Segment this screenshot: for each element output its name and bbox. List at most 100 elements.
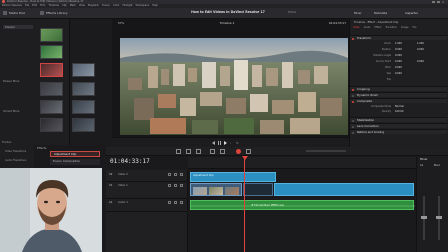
media-clip-thumbnail[interactable] [72,82,95,96]
minimize-icon[interactable] [432,1,435,3]
row-value-x[interactable]: 1.000 [395,42,411,46]
section-enabled-icon[interactable] [352,37,354,40]
video-clip[interactable] [274,183,414,196]
maximize-icon[interactable] [437,1,440,3]
row-value-y[interactable]: 0.000 [417,60,433,64]
bin-master[interactable]: Master [3,25,33,29]
row-value[interactable]: 100.00 [395,110,425,114]
section-enabled-icon[interactable] [352,100,354,103]
row-value-x[interactable]: 0.000 [395,60,411,64]
viewer-timeline-name[interactable]: Timeline 1 [207,21,247,25]
visibility-icon[interactable] [180,201,183,204]
track-header[interactable]: V1 Video 1 [106,183,188,199]
adjustment-clip-effect[interactable]: Adjustment Clip [50,151,100,157]
lock-icon[interactable] [168,173,171,176]
inspector-tab[interactable]: Audio [364,26,371,30]
inspector-tab[interactable]: Transition [385,26,397,30]
audio-clip[interactable]: IP Tutorial Music REMIX.wav [190,200,415,210]
loop-icon[interactable]: ↻ [236,141,240,145]
section-enabled-icon[interactable] [352,125,354,128]
row-value-y[interactable]: 0.000 [417,48,433,52]
media-pool-button[interactable]: Media Pool [9,11,37,15]
playhead[interactable] [244,157,245,252]
row-value-y[interactable] [417,54,433,58]
effects-library-button[interactable]: Effects Library [46,11,74,15]
marker-icon[interactable] [246,149,251,154]
track-header[interactable]: V2 Video 2 [106,172,188,182]
cropping-section-header[interactable]: Cropping [350,86,447,91]
row-value-y[interactable] [417,78,433,82]
row-value-x[interactable]: 0.000 [395,72,411,76]
auto-select-icon[interactable] [174,173,177,176]
stop-icon[interactable] [218,141,221,145]
row-value-x[interactable] [395,78,411,82]
fader-knob[interactable] [436,216,442,219]
track-header[interactable]: A1 Audio 1 [106,200,188,212]
media-clip-thumbnail[interactable] [40,100,63,114]
playhead-handle-icon[interactable] [242,156,248,160]
selection-tool-icon[interactable] [176,149,181,154]
media-clip-thumbnail[interactable] [72,100,95,114]
play-icon[interactable] [224,141,227,145]
adjustment-clip[interactable]: Adjustment Clip [190,172,276,182]
row-value-y[interactable] [417,66,433,70]
row-value-y[interactable] [417,72,433,76]
inspector-tab[interactable]: Effect [375,26,382,30]
mixer-button[interactable]: Mixer [354,11,370,15]
lock-icon[interactable] [168,184,171,187]
row-label: Pitch [385,66,391,69]
toolbox-item[interactable]: Toolbox [2,141,32,145]
visibility-icon[interactable] [180,173,183,176]
section-enabled-icon[interactable] [352,119,354,122]
row-value-x[interactable]: 0.000 [395,66,411,70]
row-value-x[interactable]: 0.000 [395,54,411,58]
visibility-icon[interactable] [180,184,183,187]
video-clip[interactable] [190,183,242,196]
blade-tool-icon[interactable] [196,149,201,154]
zoom-slider[interactable] [306,150,346,152]
retime-scaling-section-header[interactable]: Retime and Scaling [350,129,447,134]
media-clip-thumbnail[interactable] [40,82,63,96]
trim-tool-icon[interactable] [186,149,191,154]
lock-icon[interactable] [168,201,171,204]
snapping-icon[interactable] [210,149,215,154]
skip-forward-icon[interactable]: › [230,141,234,145]
toolbox-item[interactable]: Audio Transitions [5,159,35,163]
row-label: Composite Mode [370,105,391,108]
video-clip[interactable] [243,183,273,196]
row-label: Flip [386,78,391,81]
flag-icon[interactable] [236,149,241,154]
auto-select-icon[interactable] [174,201,177,204]
inspector-button[interactable]: Inspector [405,11,427,15]
inspector-tab[interactable]: Image [401,26,409,30]
section-enabled-icon[interactable] [352,131,354,134]
media-clip-thumbnail[interactable] [40,63,63,77]
composite-section-header[interactable]: Composite [350,98,447,103]
dynamic-zoom-section-header[interactable]: Dynamic Zoom [350,92,447,97]
section-enabled-icon[interactable] [352,88,354,91]
row-value-y[interactable]: 1.000 [417,42,433,46]
stabilization-section-header[interactable]: Stabilization [350,117,447,122]
viewer-video-frame[interactable] [120,38,348,135]
zoom-level[interactable]: 57% [118,21,130,25]
media-clip-thumbnail[interactable] [72,118,95,132]
media-clip-thumbnail[interactable] [40,28,63,42]
media-clip-thumbnail[interactable] [72,63,95,77]
media-clip-thumbnail[interactable] [40,45,63,59]
lens-correction-section-header[interactable]: Lens Correction [350,123,447,128]
section-enabled-icon[interactable] [352,94,354,97]
inspector-tab[interactable]: File [412,26,416,30]
row-value-x[interactable]: 0.000 [395,48,411,52]
toolbox-item[interactable]: Video Transitions [5,150,35,154]
media-clip-thumbnail[interactable] [40,118,63,132]
link-icon[interactable] [220,149,225,154]
fusion-composition-effect[interactable]: Fusion Composition [50,159,100,165]
transform-section-header[interactable]: Transform [350,35,447,40]
inspector-tab[interactable]: Video [353,26,360,30]
auto-select-icon[interactable] [174,184,177,187]
fader-knob[interactable] [421,216,427,219]
row-value[interactable]: Normal [395,105,425,109]
metadata-button[interactable]: Metadata [374,11,396,15]
timeline-ruler[interactable] [188,157,416,169]
play-reverse-icon[interactable] [212,141,215,145]
